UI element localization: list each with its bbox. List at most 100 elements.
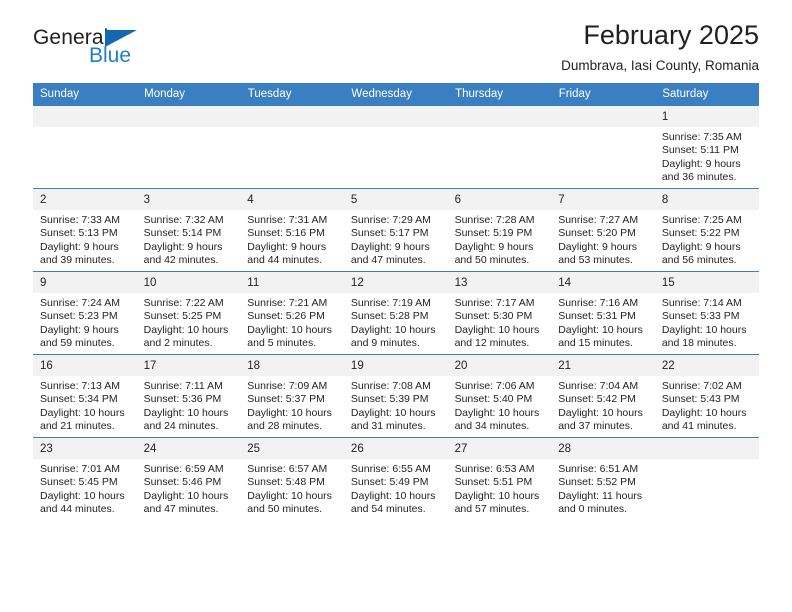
day-number: 24	[136, 438, 241, 459]
day-cell[interactable]: 9 Sunrise: 7:24 AM Sunset: 5:23 PM Dayli…	[33, 271, 137, 355]
day-cell[interactable]	[447, 105, 552, 189]
day-cell[interactable]: 28 Sunrise: 6:51 AM Sunset: 5:52 PM Dayl…	[551, 437, 655, 520]
page-header: General Blue February 2025 Dumbrava, Ias…	[33, 0, 759, 74]
day-cell[interactable]: 25 Sunrise: 6:57 AM Sunset: 5:48 PM Dayl…	[240, 437, 344, 520]
day-number: 14	[551, 272, 655, 293]
day-cell[interactable]	[343, 105, 448, 189]
daylight-text-line1: Daylight: 10 hours	[454, 489, 540, 502]
day-number: 23	[33, 438, 137, 459]
day-cell[interactable]: 20 Sunrise: 7:06 AM Sunset: 5:40 PM Dayl…	[447, 354, 552, 438]
daylight-text-line1: Daylight: 10 hours	[350, 323, 436, 336]
daylight-text-line2: and 44 minutes.	[40, 503, 115, 516]
calendar-header-row: Sunday Monday Tuesday Wednesday Thursday…	[33, 83, 759, 106]
daylight-text-line1: Daylight: 9 hours	[558, 240, 637, 253]
day-details: Sunrise: 7:13 AM Sunset: 5:34 PM Dayligh…	[33, 376, 137, 437]
day-details: Sunrise: 7:14 AM Sunset: 5:33 PM Dayligh…	[654, 293, 759, 354]
day-cell[interactable]: 14 Sunrise: 7:16 AM Sunset: 5:31 PM Dayl…	[551, 271, 655, 355]
sunrise-text: Sunrise: 7:35 AM	[661, 131, 742, 143]
day-cell[interactable]: 21 Sunrise: 7:04 AM Sunset: 5:42 PM Dayl…	[551, 354, 655, 438]
sunrise-text: Sunrise: 7:28 AM	[454, 214, 535, 226]
day-details: Sunrise: 7:33 AM Sunset: 5:13 PM Dayligh…	[33, 210, 137, 271]
day-cell[interactable]: 27 Sunrise: 6:53 AM Sunset: 5:51 PM Dayl…	[447, 437, 552, 520]
day-number: 1	[654, 106, 759, 127]
day-number: 6	[447, 189, 552, 210]
day-number: 19	[343, 355, 448, 376]
daylight-text-line1: Daylight: 9 hours	[661, 240, 741, 253]
day-cell[interactable]	[240, 105, 344, 189]
sunset-text: Sunset: 5:23 PM	[40, 310, 118, 323]
daylight-text-line1: Daylight: 10 hours	[558, 406, 643, 419]
day-cell[interactable]: 19 Sunrise: 7:08 AM Sunset: 5:39 PM Dayl…	[343, 354, 448, 438]
brand-logo[interactable]: General Blue	[33, 26, 223, 74]
day-number	[136, 106, 241, 127]
day-cell[interactable]: 6 Sunrise: 7:28 AM Sunset: 5:19 PM Dayli…	[447, 188, 552, 272]
day-cell[interactable]: 8 Sunrise: 7:25 AM Sunset: 5:22 PM Dayli…	[654, 188, 759, 272]
sunset-text: Sunset: 5:37 PM	[247, 393, 325, 406]
day-details: Sunrise: 7:11 AM Sunset: 5:36 PM Dayligh…	[136, 376, 241, 437]
day-cell[interactable]: 13 Sunrise: 7:17 AM Sunset: 5:30 PM Dayl…	[447, 271, 552, 355]
day-details: Sunrise: 7:04 AM Sunset: 5:42 PM Dayligh…	[551, 376, 655, 437]
sunrise-text: Sunrise: 7:14 AM	[661, 297, 742, 309]
day-details	[240, 127, 344, 188]
daylight-text-line1: Daylight: 9 hours	[40, 240, 119, 253]
daylight-text-line2: and 50 minutes.	[247, 503, 322, 516]
day-cell[interactable]: 24 Sunrise: 6:59 AM Sunset: 5:46 PM Dayl…	[136, 437, 241, 520]
day-cell[interactable]: 3 Sunrise: 7:32 AM Sunset: 5:14 PM Dayli…	[136, 188, 241, 272]
daylight-text-line2: and 15 minutes.	[558, 337, 633, 350]
sunrise-text: Sunrise: 7:19 AM	[350, 297, 431, 309]
sunset-text: Sunset: 5:14 PM	[143, 227, 222, 240]
weekday-header-sunday: Sunday	[33, 83, 138, 106]
day-cell[interactable]	[551, 105, 655, 189]
day-number: 26	[343, 438, 448, 459]
day-cell[interactable]: 15 Sunrise: 7:14 AM Sunset: 5:33 PM Dayl…	[654, 271, 759, 355]
day-details: Sunrise: 7:31 AM Sunset: 5:16 PM Dayligh…	[240, 210, 344, 271]
daylight-text-line2: and 39 minutes.	[40, 254, 115, 267]
daylight-text-line2: and 34 minutes.	[454, 420, 530, 433]
day-cell[interactable]: 17 Sunrise: 7:11 AM Sunset: 5:36 PM Dayl…	[136, 354, 241, 438]
day-details: Sunrise: 7:17 AM Sunset: 5:30 PM Dayligh…	[447, 293, 552, 354]
day-details: Sunrise: 7:02 AM Sunset: 5:43 PM Dayligh…	[654, 376, 759, 437]
daylight-text-line1: Daylight: 9 hours	[350, 240, 430, 253]
day-number: 15	[654, 272, 759, 293]
day-cell[interactable]: 16 Sunrise: 7:13 AM Sunset: 5:34 PM Dayl…	[33, 354, 137, 438]
day-cell[interactable]: 7 Sunrise: 7:27 AM Sunset: 5:20 PM Dayli…	[551, 188, 655, 272]
day-number: 17	[136, 355, 241, 376]
sunrise-text: Sunrise: 7:32 AM	[143, 214, 224, 226]
day-number	[343, 106, 448, 127]
day-details: Sunrise: 6:57 AM Sunset: 5:48 PM Dayligh…	[240, 459, 344, 520]
day-cell[interactable]: 12 Sunrise: 7:19 AM Sunset: 5:28 PM Dayl…	[343, 271, 448, 355]
day-cell[interactable]: 26 Sunrise: 6:55 AM Sunset: 5:49 PM Dayl…	[343, 437, 448, 520]
day-number: 10	[136, 272, 241, 293]
day-cell[interactable]: 2 Sunrise: 7:33 AM Sunset: 5:13 PM Dayli…	[33, 188, 137, 272]
day-cell[interactable]: 1 Sunrise: 7:35 AM Sunset: 5:11 PM Dayli…	[654, 105, 759, 189]
day-cell[interactable]: 11 Sunrise: 7:21 AM Sunset: 5:26 PM Dayl…	[240, 271, 344, 355]
sunset-text: Sunset: 5:20 PM	[558, 227, 636, 240]
day-cell[interactable]: 10 Sunrise: 7:22 AM Sunset: 5:25 PM Dayl…	[136, 271, 241, 355]
day-number: 4	[240, 189, 344, 210]
daylight-text-line2: and 37 minutes.	[558, 420, 633, 433]
daylight-text-line2: and 56 minutes.	[661, 254, 737, 267]
day-details: Sunrise: 7:19 AM Sunset: 5:28 PM Dayligh…	[343, 293, 448, 354]
sunrise-text: Sunrise: 6:57 AM	[247, 463, 328, 475]
day-cell[interactable]: 23 Sunrise: 7:01 AM Sunset: 5:45 PM Dayl…	[33, 437, 137, 520]
daylight-text-line2: and 41 minutes.	[661, 420, 737, 433]
day-cell[interactable]: 5 Sunrise: 7:29 AM Sunset: 5:17 PM Dayli…	[343, 188, 448, 272]
day-number: 3	[136, 189, 241, 210]
day-cell[interactable]	[654, 437, 759, 520]
day-cell[interactable]	[136, 105, 241, 189]
brand-name-blue: Blue	[89, 44, 132, 67]
day-number: 5	[343, 189, 448, 210]
day-cell[interactable]	[33, 105, 137, 189]
day-details: Sunrise: 7:32 AM Sunset: 5:14 PM Dayligh…	[136, 210, 241, 271]
sunrise-text: Sunrise: 7:06 AM	[454, 380, 535, 392]
daylight-text-line2: and 18 minutes.	[661, 337, 737, 350]
sunset-text: Sunset: 5:39 PM	[350, 393, 429, 406]
day-cell[interactable]: 4 Sunrise: 7:31 AM Sunset: 5:16 PM Dayli…	[240, 188, 344, 272]
day-cell[interactable]: 22 Sunrise: 7:02 AM Sunset: 5:43 PM Dayl…	[654, 354, 759, 438]
day-number: 11	[240, 272, 344, 293]
sunrise-text: Sunrise: 7:25 AM	[661, 214, 742, 226]
day-details: Sunrise: 7:21 AM Sunset: 5:26 PM Dayligh…	[240, 293, 344, 354]
daylight-text-line2: and 42 minutes.	[143, 254, 219, 267]
sunrise-text: Sunrise: 6:59 AM	[143, 463, 224, 475]
day-cell[interactable]: 18 Sunrise: 7:09 AM Sunset: 5:37 PM Dayl…	[240, 354, 344, 438]
